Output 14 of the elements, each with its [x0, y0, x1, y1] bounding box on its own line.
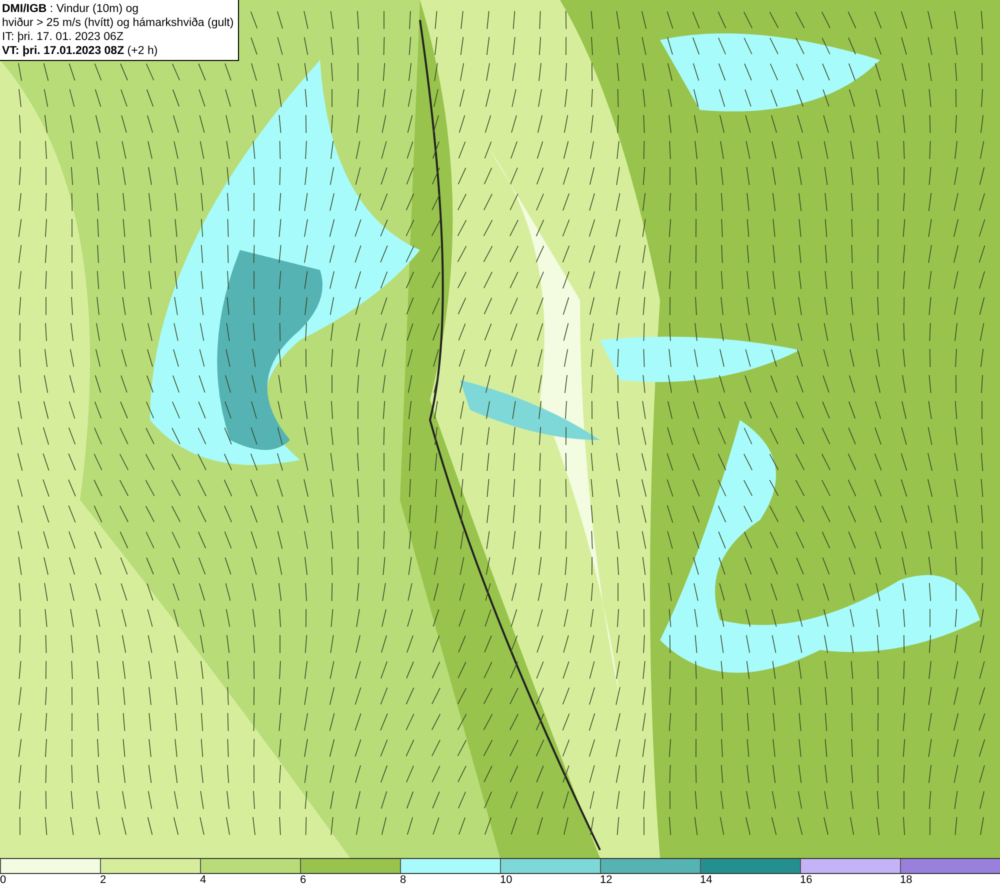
legend-label: 6 — [300, 874, 306, 887]
title-text: IT: þri. 17. 01. 2023 06Z — [2, 30, 124, 44]
legend-label: 12 — [600, 874, 612, 887]
legend-label: 16 — [800, 874, 812, 887]
legend-label: 18 — [900, 874, 912, 887]
legend-label: 2 — [100, 874, 106, 887]
legend-label: 14 — [700, 874, 712, 887]
title-text: VT: þri. 17.01.2023 08Z (+2 h) — [2, 44, 159, 58]
legend-label: 8 — [400, 874, 406, 887]
legend-label: 0 — [0, 874, 6, 887]
legend-label: 10 — [500, 874, 512, 887]
title-text: hviður > 25 m/s (hvítt) og hámarkshviða (gult) — [2, 16, 234, 30]
legend-label: 4 — [200, 874, 206, 887]
title-text: DMI/IGB : Vindur (10m) og — [2, 2, 140, 16]
